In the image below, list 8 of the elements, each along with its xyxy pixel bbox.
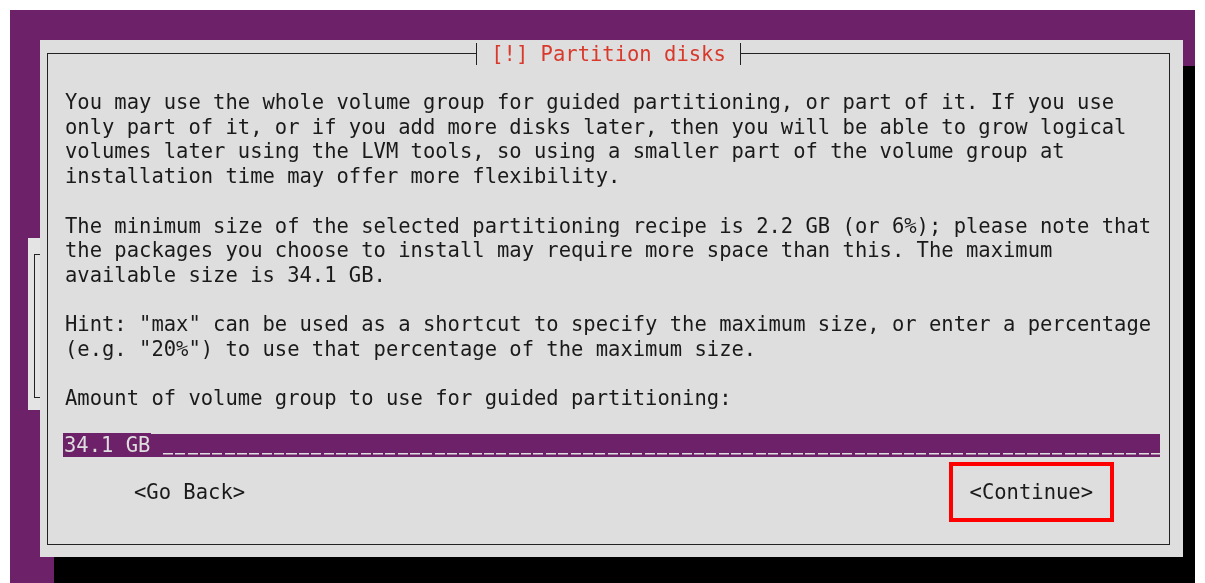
continue-button[interactable]: <Continue>	[948, 462, 1114, 523]
dialog-title: [!] Partition disks	[477, 42, 740, 66]
description-text: Hint: "max" can be used as a shortcut to specify the maximum size, or enter a percentage (e.g. "20%") to use that percentage of the maximum size.	[65, 312, 1153, 362]
description-text: The minimum size of the selected partitioning recipe is 2.2 GB (or 6%); please note that the packages you choose to install may require more space than this. The maximum available size is 34.1 GB.	[65, 213, 1153, 288]
size-input-field[interactable]: 34.1 GB	[63, 434, 1160, 458]
description-text: You may use the whole volume group for guided partitioning, or part of it. If you use only part of it, or if you add more disks later, then you will be able to grow logical volumes later using the LVM tools, so using a smaller part of the volume group at installation time may offer more flexibility.	[65, 90, 1128, 189]
prompt-text: Amount of volume group to use for guided partitioning:	[65, 386, 733, 412]
go-back-button[interactable]: <Go Back>	[113, 462, 267, 523]
